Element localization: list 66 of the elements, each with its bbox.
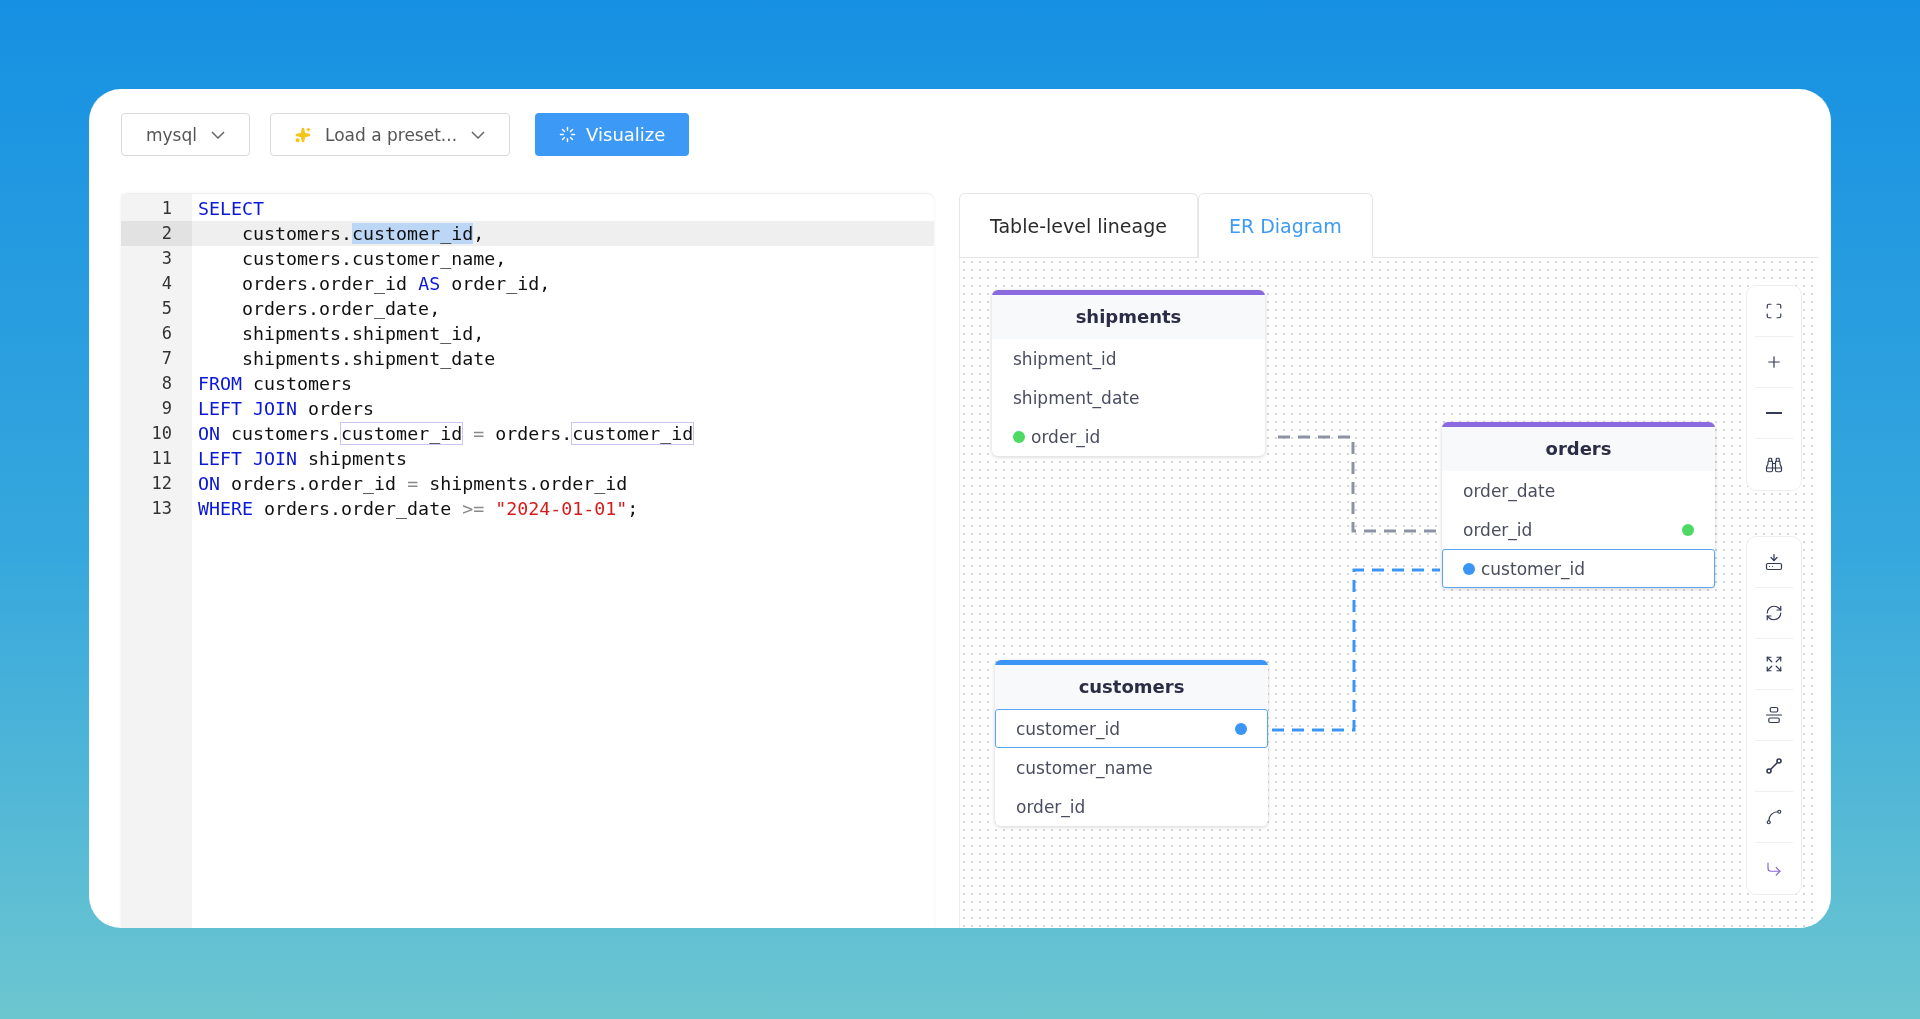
column-row[interactable]: shipment_id xyxy=(992,339,1265,378)
column-name: shipment_id xyxy=(1013,348,1117,369)
table-node[interactable]: orders order_date order_id customer_id xyxy=(1442,422,1715,588)
line-number: 4 xyxy=(160,272,173,295)
line-number: 2 xyxy=(121,221,192,246)
code-line: shipments.shipment_date xyxy=(241,347,497,371)
column-name: customer_name xyxy=(1016,757,1153,778)
curved-edge-icon xyxy=(1765,808,1783,826)
line-number: 10 xyxy=(150,422,173,445)
chevron-down-icon xyxy=(471,130,486,139)
column-row[interactable]: customer_name xyxy=(995,748,1268,787)
refresh-icon xyxy=(1765,604,1783,622)
binoculars-icon xyxy=(1765,455,1783,474)
column-row[interactable]: customer_id xyxy=(995,709,1268,748)
code-line: ON orders.order_id = shipments.order_id xyxy=(197,472,629,496)
code-line: orders.order_id AS order_id, xyxy=(241,272,552,296)
line-number: 12 xyxy=(150,472,173,495)
column-row[interactable]: order_id xyxy=(995,787,1268,826)
column-row[interactable]: order_id xyxy=(992,417,1265,456)
table-name: customers xyxy=(995,665,1268,709)
code-line: FROM customers xyxy=(197,372,354,396)
column-name: order_id xyxy=(1016,796,1086,817)
line-number: 6 xyxy=(160,322,173,345)
line-number: 9 xyxy=(160,397,173,420)
line-number: 8 xyxy=(160,372,173,395)
column-row[interactable]: customer_id xyxy=(1442,549,1715,588)
spinner-icon xyxy=(559,126,577,143)
preset-dropdown[interactable]: Load a preset... xyxy=(270,113,511,156)
code-line: shipments.shipment_id, xyxy=(241,322,486,346)
column-row[interactable]: shipment_date xyxy=(992,378,1265,417)
line-number: 7 xyxy=(160,347,173,370)
code-editor[interactable] xyxy=(121,193,934,928)
view-tab[interactable]: Table-level lineage xyxy=(959,193,1198,257)
fit-view-icon xyxy=(1765,655,1783,673)
code-line: LEFT JOIN orders xyxy=(197,397,376,421)
code-line: orders.order_date, xyxy=(241,297,442,321)
column-name: order_id xyxy=(1031,426,1101,447)
line-number: 3 xyxy=(160,247,173,270)
code-line: SELECT xyxy=(197,197,266,221)
fullscreen-icon xyxy=(1765,302,1783,320)
code-line: customers.customer_name, xyxy=(241,247,508,271)
zoom-in-icon xyxy=(1765,353,1783,371)
column-name: order_date xyxy=(1463,480,1556,501)
align-center-icon xyxy=(1765,706,1783,724)
column-row[interactable]: order_date xyxy=(1442,471,1715,510)
line-number: 5 xyxy=(160,297,173,320)
sparkles-icon xyxy=(295,126,311,143)
line-number: 1 xyxy=(160,197,173,220)
column-name: order_id xyxy=(1463,519,1533,540)
table-name: shipments xyxy=(992,295,1265,339)
table-node[interactable]: shipments shipment_id shipment_date order_id xyxy=(992,290,1265,456)
code-line: LEFT JOIN shipments xyxy=(197,447,409,471)
dialect-dropdown[interactable]: mysql xyxy=(121,113,250,156)
download-tray-icon xyxy=(1765,553,1783,571)
column-name: customer_id xyxy=(1016,718,1121,739)
column-name: shipment_date xyxy=(1013,387,1140,408)
column-row[interactable]: order_id xyxy=(1442,510,1715,549)
code-line: WHERE orders.order_date >= "2024-01-01"; xyxy=(197,497,640,521)
code-line: ON customers.customer_id = orders.customer_id xyxy=(197,422,695,446)
line-number: 13 xyxy=(150,497,173,520)
column-name: customer_id xyxy=(1481,558,1586,579)
table-node[interactable]: customers customer_id customer_name order_id xyxy=(995,660,1268,826)
table-name: orders xyxy=(1442,427,1715,471)
straight-edge-icon xyxy=(1765,757,1783,775)
chevron-down-icon xyxy=(211,130,225,139)
line-number: 11 xyxy=(150,447,173,470)
